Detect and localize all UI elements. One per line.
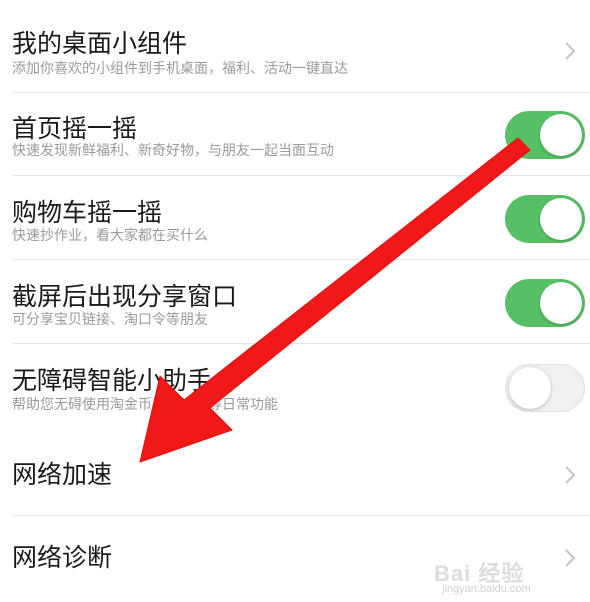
- chevron-right-icon: [565, 466, 576, 484]
- chevron-right-icon: [565, 42, 576, 60]
- settings-item-home-shake: 首页摇一摇 快速发现新鲜福利、新奇好物，与朋友一起当面互动: [0, 93, 590, 176]
- settings-item-title: 购物车摇一摇: [12, 198, 163, 227]
- cart-shake-toggle[interactable]: [505, 195, 585, 243]
- settings-item-screenshot-share: 截屏后出现分享窗口 可分享宝贝链接、淘口令等朋友: [0, 260, 590, 344]
- settings-item-subtitle: 快速抄作业，看大家都在买什么: [12, 228, 208, 244]
- toggle-knob: [540, 114, 582, 156]
- toggle-knob: [509, 367, 551, 409]
- settings-item-title: 截屏后出现分享窗口: [12, 282, 238, 311]
- settings-item-title: 无障碍智能小助手: [12, 366, 213, 395]
- settings-item-title: 网络诊断: [12, 543, 113, 572]
- baidu-jingyan-watermark: Bai 经验 jingyan.baidu.com: [434, 556, 584, 598]
- home-shake-toggle[interactable]: [505, 111, 585, 159]
- settings-item-accessibility-assistant: 无障碍智能小助手 帮助您无碍使用淘金币、充流量等日常功能: [0, 344, 590, 431]
- accessibility-assistant-toggle[interactable]: [505, 364, 585, 412]
- settings-item-title: 首页摇一摇: [12, 114, 138, 143]
- settings-item-network-acceleration[interactable]: 网络加速: [0, 431, 590, 516]
- settings-item-title: 网络加速: [12, 460, 113, 489]
- settings-item-cart-shake: 购物车摇一摇 快速抄作业，看大家都在买什么: [0, 176, 590, 260]
- settings-item-subtitle: 快速发现新鲜福利、新奇好物，与朋友一起当面互动: [12, 143, 334, 159]
- toggle-knob: [540, 198, 582, 240]
- settings-item-subtitle: 帮助您无碍使用淘金币、充流量等日常功能: [12, 397, 278, 413]
- screenshot-share-toggle[interactable]: [505, 279, 585, 327]
- toggle-knob: [540, 282, 582, 324]
- settings-item-subtitle: 添加你喜欢的小组件到手机桌面，福利、活动一键直达: [12, 61, 348, 77]
- watermark-url: jingyan.baidu.com: [442, 583, 531, 595]
- settings-item-desktop-widget[interactable]: 我的桌面小组件 添加你喜欢的小组件到手机桌面，福利、活动一键直达: [0, 0, 590, 93]
- settings-item-subtitle: 可分享宝贝链接、淘口令等朋友: [12, 312, 208, 328]
- settings-item-title: 我的桌面小组件: [12, 29, 188, 58]
- settings-screen: 我的桌面小组件 添加你喜欢的小组件到手机桌面，福利、活动一键直达 首页摇一摇 快…: [0, 0, 590, 602]
